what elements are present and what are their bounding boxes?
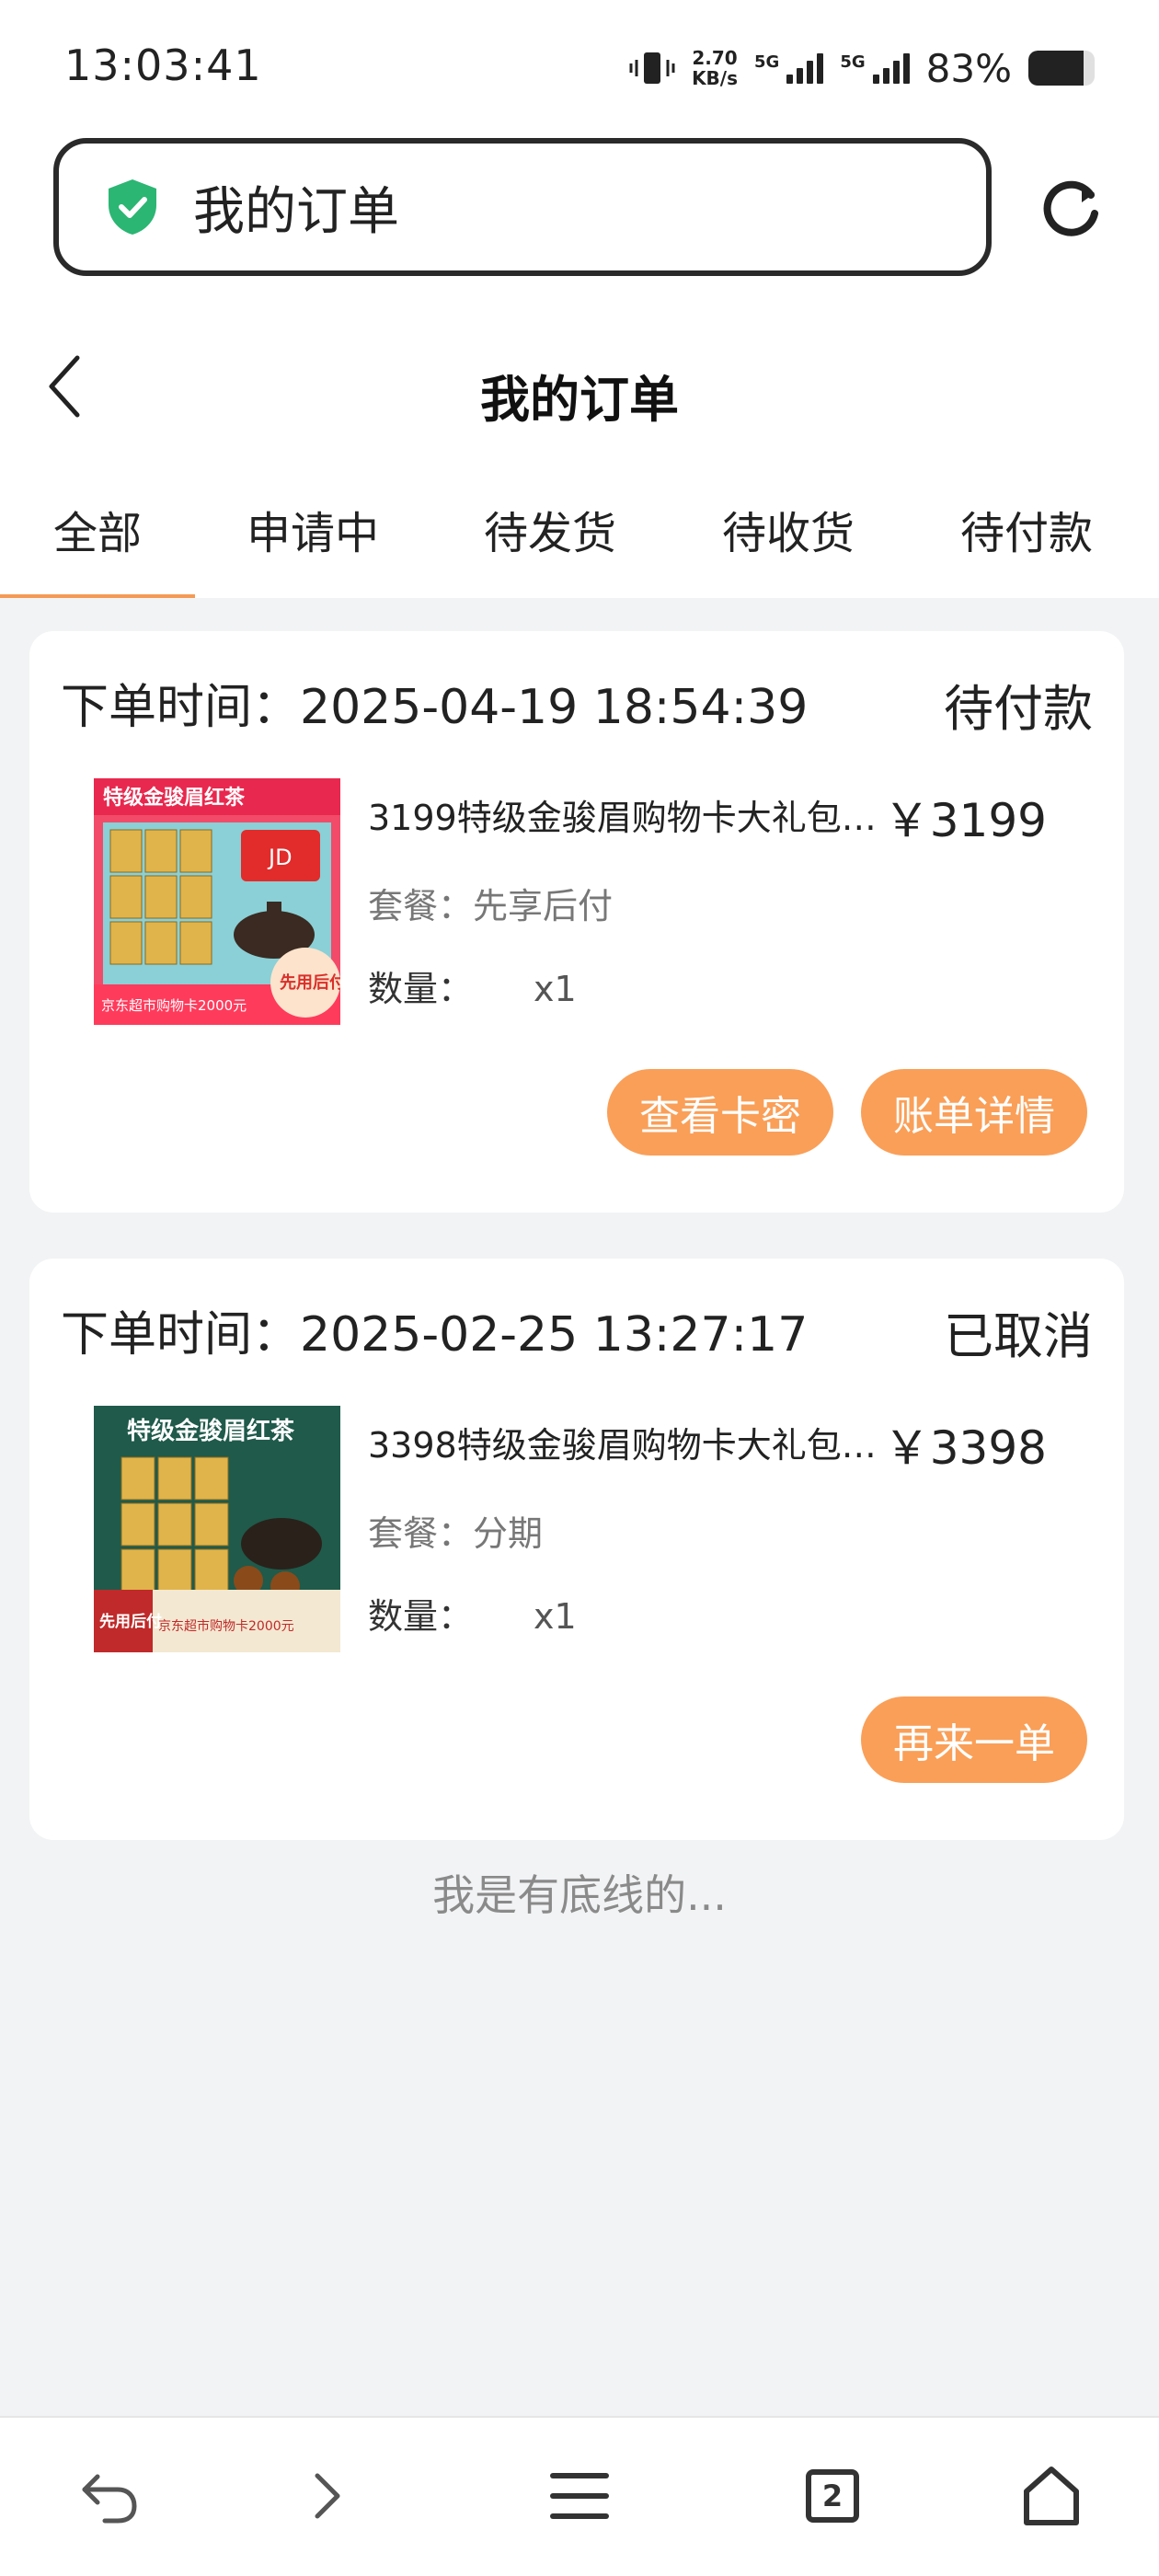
product-image[interactable]: 特级金骏眉红茶 先用后付 京东超市购物卡2000元 [94, 1406, 340, 1652]
battery-level [1028, 51, 1084, 86]
product-image-badge: 先用后付 [99, 1612, 162, 1631]
network-speed: 2.70 KB/s [692, 48, 738, 88]
tab-to-pay[interactable]: 待付款 [960, 469, 1093, 598]
menu-nav-button[interactable] [538, 2455, 621, 2537]
product-image-art: 特级金骏眉红茶 先用后付 京东超市购物卡2000元 [94, 1406, 340, 1652]
order-tabs: 全部 申请中 待发货 待收货 待付款 [0, 469, 1159, 598]
package-info: 套餐：分期 [368, 1505, 543, 1556]
product-image-banner: 特级金骏眉红茶 [127, 1417, 295, 1445]
network-speed-unit: KB/s [692, 67, 739, 89]
tab-all[interactable]: 全部 [0, 469, 196, 598]
page-title: 我的订单 [480, 371, 679, 429]
address-text: 我的订单 [193, 181, 399, 242]
product-image-caption: 京东超市购物卡2000元 [101, 997, 247, 1014]
sim2-label: 5G [840, 52, 866, 72]
status-time: 13:03:41 [64, 40, 262, 90]
browser-bottom-nav: 2 [0, 2416, 1159, 2576]
package-label: 套餐： [368, 886, 474, 926]
order-card[interactable]: 下单时间：2025-04-19 18:54:39 待付款 特级金骏眉红茶 JD … [29, 631, 1124, 1213]
end-of-list-note: 我是有底线的... [432, 1870, 727, 1920]
home-nav-button[interactable] [1010, 2455, 1093, 2537]
order-status: 已取消 [944, 1307, 1093, 1365]
order-time-label: 下单时间： [61, 680, 301, 735]
svg-text:JD: JD [267, 845, 293, 870]
status-bar: 13:03:41 2.70 KB/s 5G 5G 83% [0, 0, 1159, 138]
back-nav-button[interactable] [68, 2455, 151, 2537]
product-image-banner: 特级金骏眉红茶 [103, 786, 246, 810]
sim1-label: 5G [754, 52, 780, 72]
network-speed-value: 2.70 [692, 47, 738, 69]
forward-nav-button[interactable] [285, 2455, 368, 2537]
home-icon [1024, 2467, 1079, 2525]
product-image-art: 特级金骏眉红茶 JD 京东超市购物卡2000元 先用后付 [94, 778, 340, 1025]
vibrate-icon [629, 52, 675, 84]
package-value: 分期 [473, 1513, 544, 1554]
forward-icon [315, 2473, 340, 2519]
tab-applying[interactable]: 申请中 [247, 469, 379, 598]
quantity-value: x1 [534, 1596, 577, 1637]
tabs-icon: 2 [806, 2469, 859, 2523]
reload-icon[interactable] [1034, 171, 1107, 245]
order-status: 待付款 [944, 680, 1093, 738]
package-label: 套餐： [368, 1513, 474, 1554]
signal-sim2-icon: 5G [840, 52, 910, 84]
quantity-info: 数量： x1 [368, 1588, 577, 1639]
battery-percent: 83% [925, 45, 1012, 91]
product-image[interactable]: 特级金骏眉红茶 JD 京东超市购物卡2000元 先用后付 [94, 778, 340, 1025]
quantity-info: 数量： x1 [368, 960, 577, 1011]
quantity-label: 数量： [368, 1596, 474, 1637]
order-card[interactable]: 下单时间：2025-02-25 13:27:17 已取消 特级金骏眉红茶 先用后… [29, 1259, 1124, 1840]
status-icons: 2.70 KB/s 5G 5G 83% [629, 40, 1095, 96]
tabs-nav-button[interactable]: 2 [791, 2455, 874, 2537]
order-time-value: 2025-04-19 18:54:39 [300, 680, 809, 735]
bill-details-button[interactable]: 账单详情 [861, 1069, 1087, 1156]
page-header: 我的订单 [0, 304, 1159, 469]
back-icon [82, 2474, 137, 2524]
browser-toolbar: 我的订单 [0, 138, 1159, 304]
quantity-value: x1 [534, 969, 577, 1009]
battery-icon [1028, 51, 1095, 86]
order-time: 下单时间：2025-02-25 13:27:17 [61, 1295, 808, 1364]
menu-icon [550, 2473, 609, 2519]
order-time-label: 下单时间： [61, 1307, 301, 1363]
reorder-button[interactable]: 再来一单 [861, 1696, 1087, 1783]
quantity-label: 数量： [368, 969, 474, 1009]
package-info: 套餐：先享后付 [368, 878, 613, 928]
package-value: 先享后付 [473, 886, 614, 926]
order-time: 下单时间：2025-04-19 18:54:39 [61, 668, 808, 737]
product-price: ￥3398 [883, 1421, 1047, 1475]
view-card-secret-button[interactable]: 查看卡密 [607, 1069, 833, 1156]
signal-sim1-icon: 5G [754, 52, 824, 84]
order-time-value: 2025-02-25 13:27:17 [300, 1307, 809, 1363]
shield-check-icon [109, 179, 156, 235]
product-price: ￥3199 [883, 794, 1047, 847]
address-bar[interactable]: 我的订单 [53, 138, 992, 276]
tab-to-ship[interactable]: 待发货 [484, 469, 616, 598]
product-name[interactable]: 3199特级金骏眉购物卡大礼包 (先享后付) [368, 789, 883, 840]
product-name[interactable]: 3398特级金骏眉购物卡大礼包 (分期) [368, 1417, 883, 1467]
product-image-badge: 先用后付 [280, 972, 340, 993]
product-image-caption: 京东超市购物卡2000元 [158, 1618, 294, 1634]
tab-to-receive[interactable]: 待收货 [722, 469, 855, 598]
